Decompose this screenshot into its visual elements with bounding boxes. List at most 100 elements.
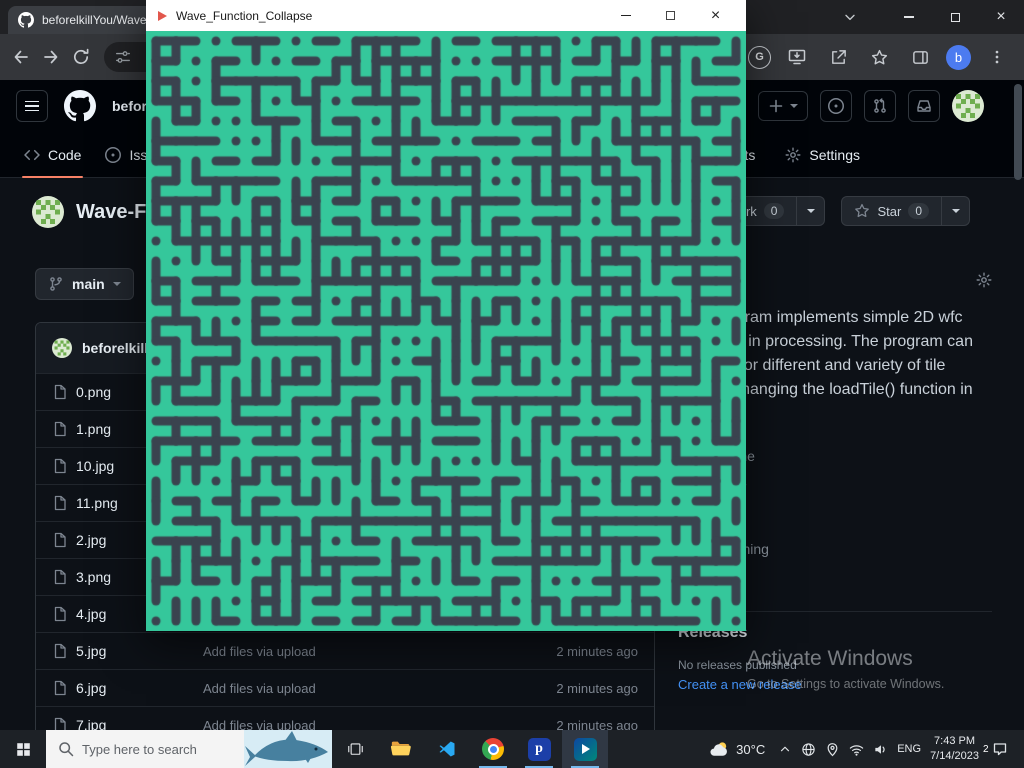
bookmark-star-icon[interactable] [864, 42, 894, 72]
sketch-play-icon [574, 738, 597, 761]
volume-icon[interactable] [873, 742, 888, 757]
profile-avatar[interactable]: b [946, 45, 971, 70]
file-name-link[interactable]: 6.jpg [76, 680, 203, 696]
wfc-window-title: Wave_Function_Collapse [176, 9, 603, 23]
tune-icon[interactable] [114, 48, 132, 66]
wfc-titlebar[interactable]: Wave_Function_Collapse × [146, 0, 746, 31]
branch-selector[interactable]: main [35, 268, 134, 300]
github-favicon [18, 12, 34, 28]
file-icon [52, 421, 68, 437]
taskbar-clock[interactable]: 7:43 PM 7/14/2023 [930, 734, 979, 764]
browser-menu-icon[interactable] [982, 42, 1012, 72]
issues-header-button[interactable] [820, 90, 852, 122]
star-button-group: Star 0 [841, 196, 970, 226]
commit-message-link[interactable]: Add files via upload [203, 681, 556, 696]
network-globe-icon[interactable] [801, 742, 816, 757]
fork-count: 0 [764, 203, 785, 219]
repo-owner-avatar[interactable] [32, 196, 64, 228]
processing-icon: p [528, 738, 551, 761]
share-icon[interactable] [823, 42, 853, 72]
hamburger-icon [25, 101, 39, 112]
star-count: 0 [908, 203, 929, 219]
chrome-button[interactable] [470, 730, 516, 768]
tab-settings[interactable]: Settings [777, 132, 868, 177]
search-highlight-image[interactable] [244, 730, 332, 768]
hidden-icons-chevron[interactable] [778, 742, 792, 756]
start-button[interactable] [0, 730, 46, 768]
location-icon[interactable] [825, 742, 840, 757]
google-extension-icon[interactable]: G [748, 46, 771, 69]
action-center-icon [992, 741, 1008, 757]
wifi-icon[interactable] [849, 742, 864, 757]
sketch-window-button[interactable] [562, 730, 608, 768]
wfc-pattern-canvas [146, 31, 746, 631]
commit-message-link[interactable]: Add files via upload [203, 718, 556, 731]
issue-opened-icon [828, 98, 844, 114]
search-icon [58, 741, 74, 757]
file-name-link[interactable]: 5.jpg [76, 643, 203, 659]
language-indicator[interactable]: ENG [897, 743, 921, 755]
windows-logo-icon [15, 741, 32, 758]
create-new-button[interactable] [758, 91, 808, 121]
vscode-button[interactable] [424, 730, 470, 768]
task-view-button[interactable] [332, 730, 378, 768]
file-explorer-button[interactable] [378, 730, 424, 768]
pull-requests-header-button[interactable] [864, 90, 896, 122]
processing-button[interactable]: p [516, 730, 562, 768]
fork-dropdown-button[interactable] [797, 196, 825, 226]
file-icon [52, 384, 68, 400]
file-row[interactable]: 7.jpgAdd files via upload2 minutes ago [36, 706, 654, 730]
git-pull-request-icon [872, 98, 888, 114]
weather-widget[interactable]: 30°C [705, 739, 769, 760]
star-button[interactable]: Star 0 [841, 196, 942, 226]
vscode-icon [437, 739, 457, 759]
file-row[interactable]: 5.jpgAdd files via upload2 minutes ago [36, 632, 654, 669]
committer-avatar[interactable] [52, 338, 72, 358]
back-button[interactable] [6, 42, 36, 72]
commit-message-link[interactable]: Add files via upload [203, 644, 556, 659]
browser-maximize-button[interactable] [932, 0, 978, 34]
file-row[interactable]: 6.jpgAdd files via upload2 minutes ago [36, 669, 654, 706]
wfc-minimize-button[interactable] [603, 0, 648, 31]
task-view-icon [346, 740, 365, 759]
star-dropdown-button[interactable] [942, 196, 970, 226]
tab-search-caret-icon[interactable] [842, 9, 858, 25]
browser-close-button[interactable]: × [978, 0, 1024, 34]
file-icon [52, 495, 68, 511]
taskbar-search[interactable]: Type here to search [46, 730, 332, 768]
file-icon [52, 680, 68, 696]
file-icon [52, 643, 68, 659]
git-branch-icon [48, 276, 64, 292]
user-avatar[interactable] [952, 90, 984, 122]
install-app-icon[interactable] [782, 42, 812, 72]
issue-opened-icon [105, 147, 121, 163]
file-name-link[interactable]: 7.jpg [76, 717, 203, 730]
star-icon [854, 203, 870, 219]
file-icon [52, 569, 68, 585]
hamburger-menu-button[interactable] [16, 90, 48, 122]
forward-button[interactable] [36, 42, 66, 72]
activate-windows-watermark: Activate Windows Go to Settings to activ… [747, 647, 944, 691]
wfc-maximize-button[interactable] [648, 0, 693, 31]
taskbar: Type here to search p 30°C [0, 730, 1024, 768]
weather-cloud-icon [709, 739, 730, 760]
action-center-button[interactable]: 2 [988, 741, 1014, 757]
side-panel-icon[interactable] [905, 42, 935, 72]
file-explorer-icon [390, 738, 412, 760]
tab-code[interactable]: Code [16, 132, 89, 177]
inbox-icon [916, 98, 932, 114]
reload-button[interactable] [66, 42, 96, 72]
wfc-window[interactable]: Wave_Function_Collapse × [146, 0, 746, 631]
file-icon [52, 606, 68, 622]
github-logo[interactable] [64, 90, 96, 122]
commit-time: 2 minutes ago [556, 681, 638, 696]
chrome-icon [482, 738, 504, 760]
system-tray: 30°C ENG 7:43 PM 7/14/2023 2 [705, 730, 1024, 768]
toolbar-right-icons: G b [742, 42, 1018, 72]
inbox-header-button[interactable] [908, 90, 940, 122]
code-icon [24, 147, 40, 163]
page-scrollbar[interactable] [1014, 84, 1022, 180]
wfc-close-button[interactable]: × [693, 0, 738, 31]
about-settings-gear-icon[interactable] [976, 272, 992, 288]
browser-minimize-button[interactable] [886, 0, 932, 34]
